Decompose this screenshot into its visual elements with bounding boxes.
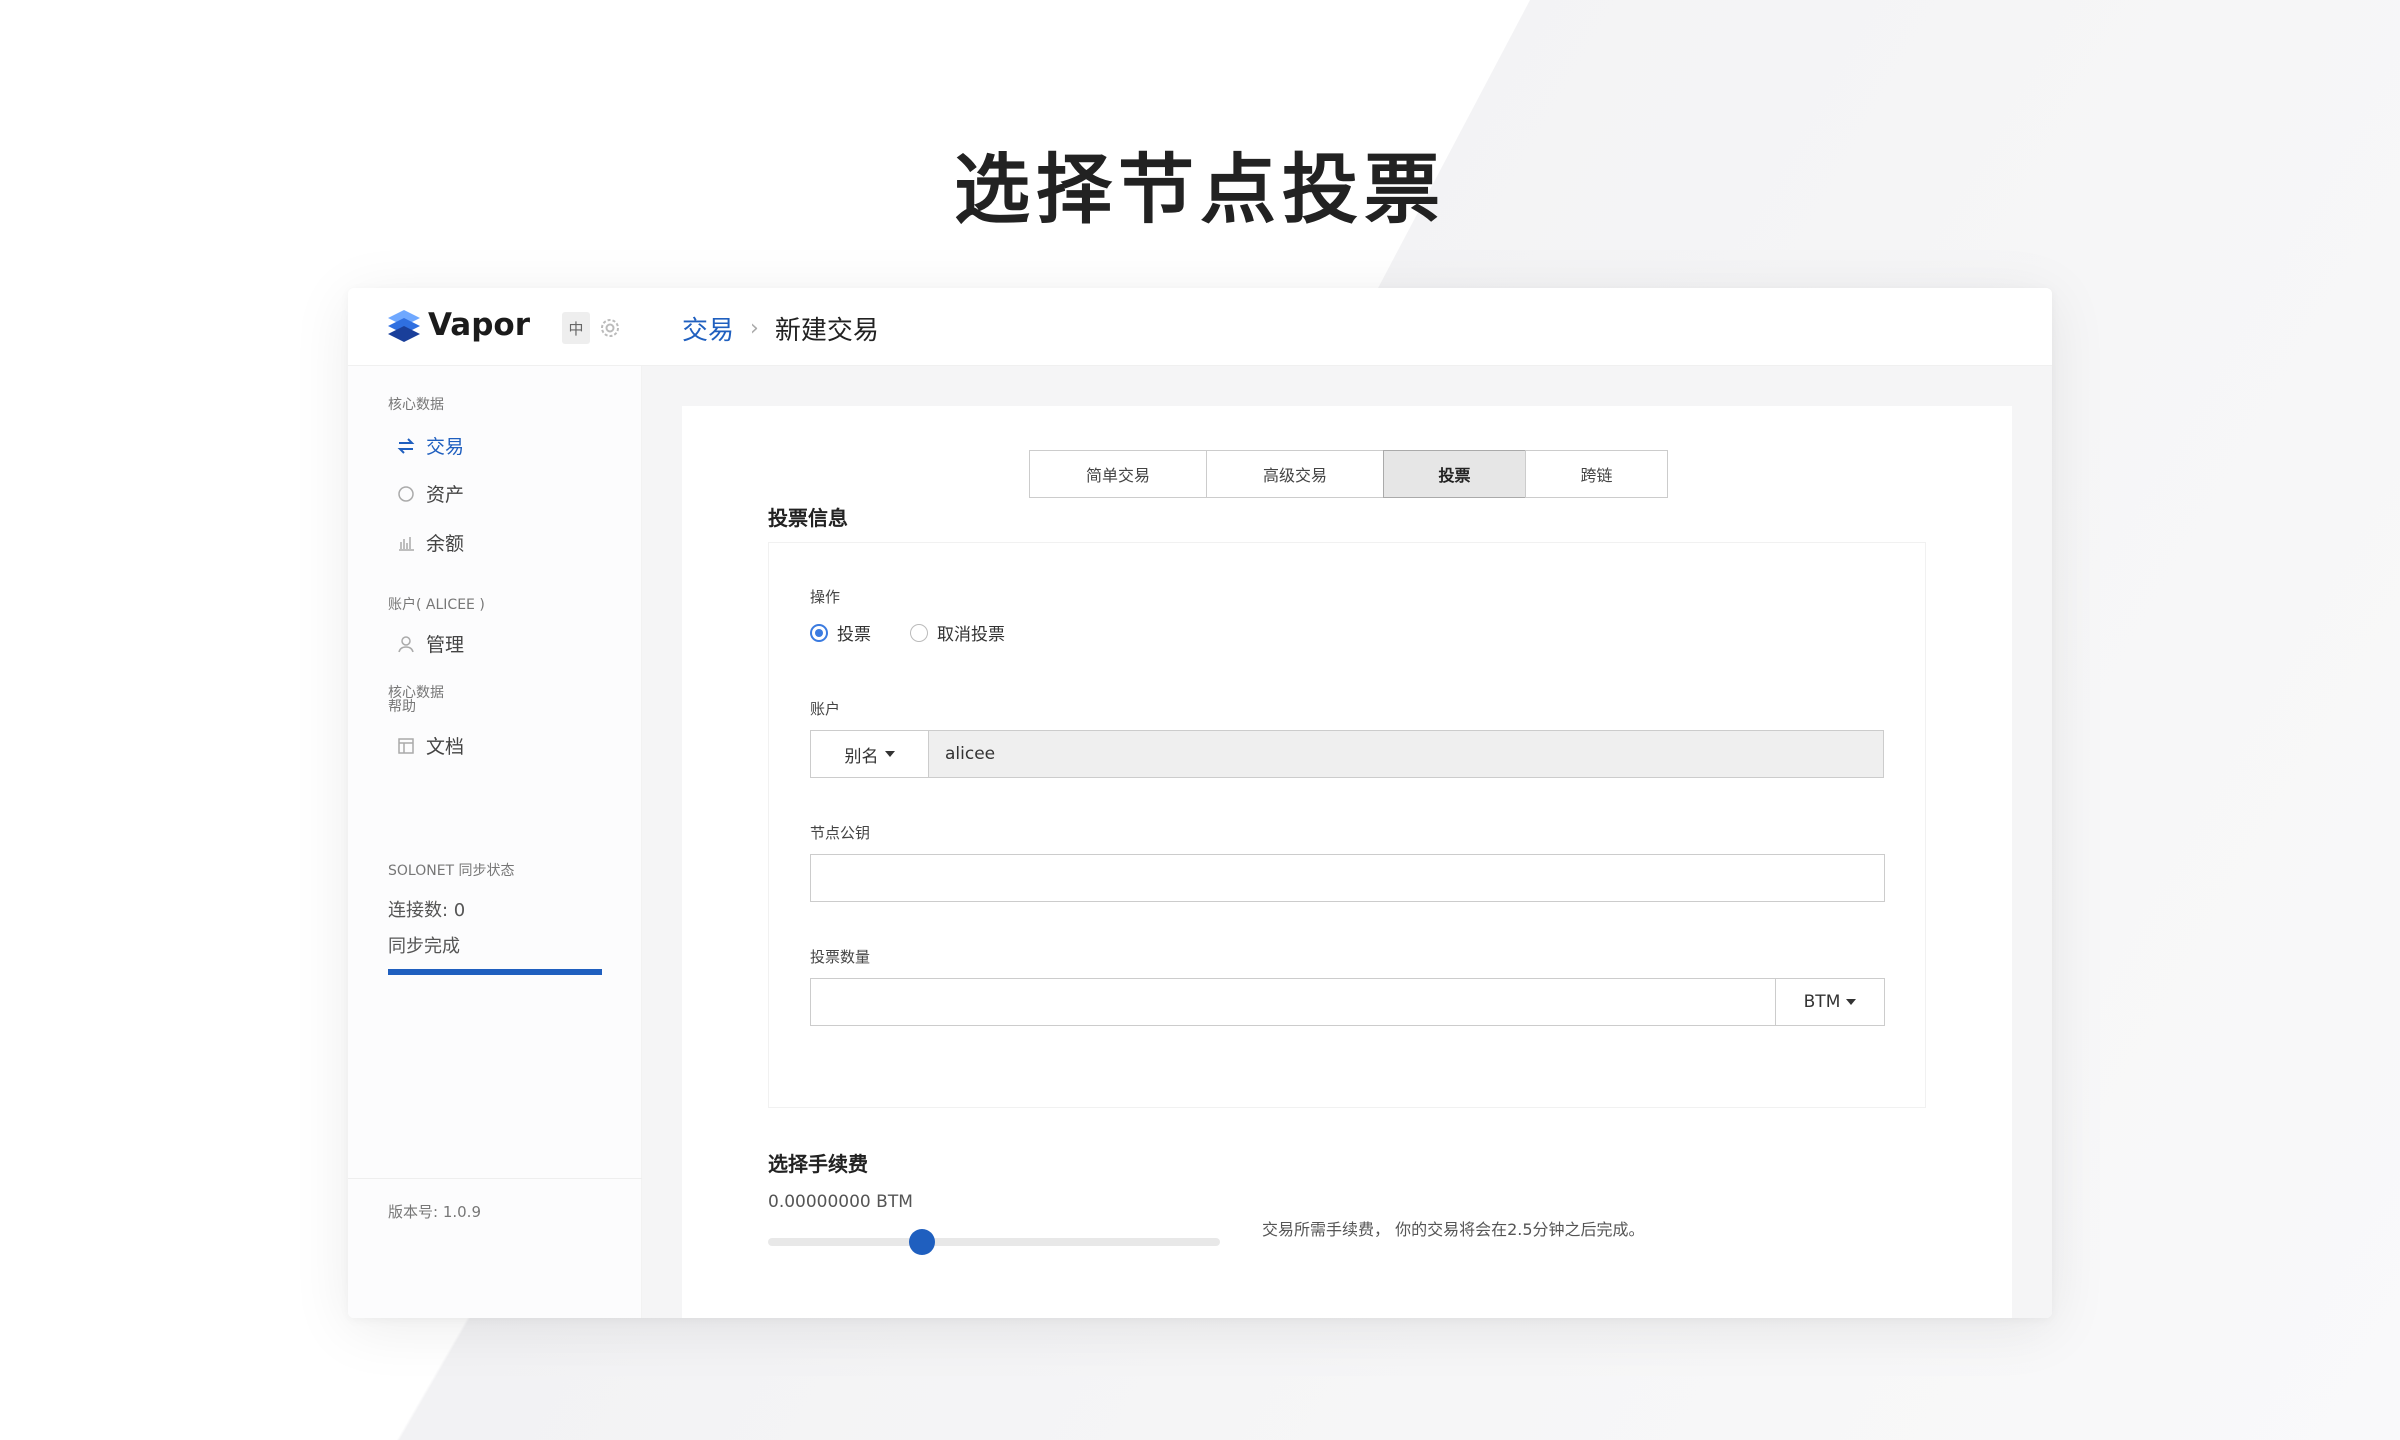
account-input[interactable]: alicee [928,730,1884,778]
tab-cross-chain[interactable]: 跨链 [1525,450,1668,498]
pubkey-label: 节点公钥 [810,824,871,842]
account-field-group: 别名 alicee [810,730,1884,778]
fee-slider-handle[interactable] [908,1229,935,1255]
transaction-type-tabs: 简单交易 高级交易 投票 跨链 [1029,450,1668,498]
alias-dropdown-label: 别名 [844,746,879,767]
caret-down-icon [1846,999,1857,1005]
radio-selected-icon [810,623,828,642]
radio-unselected-icon [910,623,928,642]
operation-label: 操作 [810,588,841,606]
tab-vote[interactable]: 投票 [1383,450,1526,498]
radio-vote-label: 投票 [837,625,871,645]
unit-dropdown[interactable]: BTM [1775,978,1885,1026]
radio-vote[interactable]: 投票 [810,620,871,645]
account-label: 账户 [810,700,841,718]
amount-label: 投票数量 [810,948,871,966]
pubkey-input[interactable] [810,854,1885,902]
fee-note: 交易所需手续费， 你的交易将会在2.5分钟之后完成。 [1262,1220,1645,1239]
amount-field-group: BTM [810,978,1885,1026]
alias-dropdown[interactable]: 别名 [810,730,929,778]
tab-advanced[interactable]: 高级交易 [1206,450,1384,498]
unit-dropdown-label: BTM [1803,992,1841,1012]
form-content: 简单交易 高级交易 投票 跨链 投票信息 操作 投票 取消投票 账户 别名 al… [348,288,2052,1318]
fee-slider-track[interactable] [768,1238,1220,1246]
caret-down-icon [884,751,895,757]
tab-simple[interactable]: 简单交易 [1029,450,1207,498]
page-headline: 选择节点投票 [954,145,1446,234]
vote-section-title: 投票信息 [768,506,848,530]
amount-input[interactable] [810,978,1776,1026]
fee-value: 0.00000000 BTM [768,1192,913,1212]
radio-cancel-label: 取消投票 [937,625,1005,645]
radio-cancel-vote[interactable]: 取消投票 [910,620,1005,645]
fee-section-title: 选择手续费 [768,1152,868,1176]
